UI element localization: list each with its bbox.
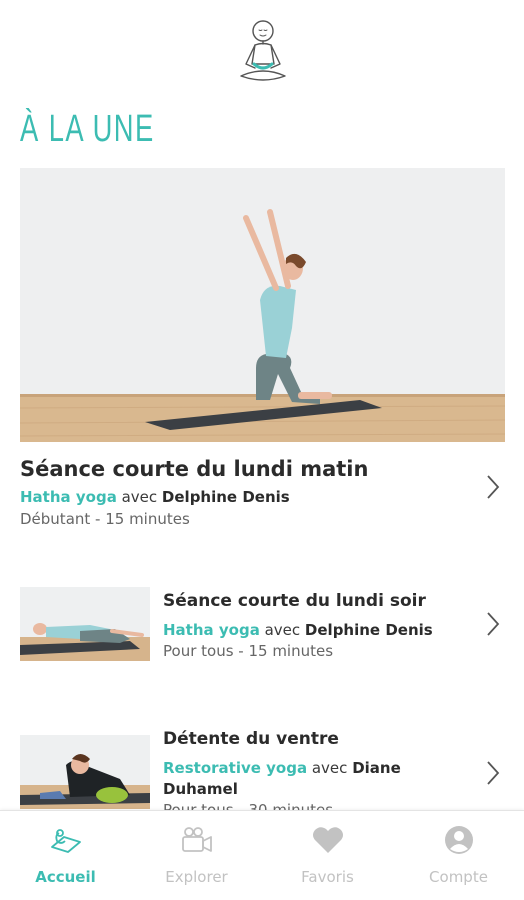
tab-label: Favoris: [301, 868, 354, 886]
featured-session-meta: Hatha yoga avec Delphine Denis: [20, 488, 290, 506]
tab-favoris[interactable]: Favoris: [262, 811, 393, 900]
featured-level-duration: Débutant - 15 minutes: [20, 510, 190, 528]
video-camera-icon: [180, 825, 214, 855]
tab-label: Compte: [429, 868, 488, 886]
section-title: À LA UNE: [20, 108, 155, 150]
chevron-right-icon[interactable]: [486, 611, 500, 637]
tab-accueil[interactable]: Accueil: [0, 811, 131, 900]
coach-name[interactable]: Delphine Denis: [305, 621, 433, 639]
yoga-style[interactable]: Restorative yoga: [163, 759, 307, 777]
meditation-logo-icon: [236, 14, 290, 86]
tab-label: Accueil: [35, 868, 96, 886]
heart-icon: [311, 825, 345, 855]
session-thumbnail[interactable]: [20, 735, 150, 809]
with-text: avec: [311, 759, 348, 777]
coach-name[interactable]: Delphine Denis: [162, 488, 290, 506]
featured-session-image[interactable]: [20, 168, 505, 442]
with-text: avec: [121, 488, 158, 506]
chevron-right-icon[interactable]: [486, 760, 500, 786]
featured-session-title[interactable]: Séance courte du lundi matin: [20, 457, 368, 481]
coach-name[interactable]: Duhamel: [163, 780, 238, 798]
session-level-duration: Pour tous - 30 minutes: [163, 801, 334, 810]
scroll-content[interactable]: À LA UNE Séance courte du lundi matin Ha…: [0, 0, 524, 810]
bottom-tab-bar: Accueil Explorer Favoris Compte: [0, 810, 524, 900]
tab-label: Explorer: [165, 868, 228, 886]
user-icon: [442, 825, 476, 855]
yoga-style[interactable]: Hatha yoga: [163, 621, 260, 639]
tab-explorer[interactable]: Explorer: [131, 811, 262, 900]
coach-name[interactable]: Diane: [352, 759, 401, 777]
session-title[interactable]: Détente du ventre: [163, 729, 339, 749]
session-thumbnail[interactable]: [20, 587, 150, 661]
session-meta-line2: Duhamel: [163, 780, 238, 798]
session-title[interactable]: Séance courte du lundi soir: [163, 591, 426, 611]
session-level-duration: Pour tous - 15 minutes: [163, 642, 334, 660]
chevron-right-icon[interactable]: [486, 474, 500, 500]
with-text: avec: [264, 621, 301, 639]
mat-icon: [49, 825, 83, 855]
tab-compte[interactable]: Compte: [393, 811, 524, 900]
session-meta: Restorative yoga avec Diane: [163, 759, 401, 777]
yoga-style[interactable]: Hatha yoga: [20, 488, 117, 506]
session-meta: Hatha yoga avec Delphine Denis: [163, 621, 433, 639]
